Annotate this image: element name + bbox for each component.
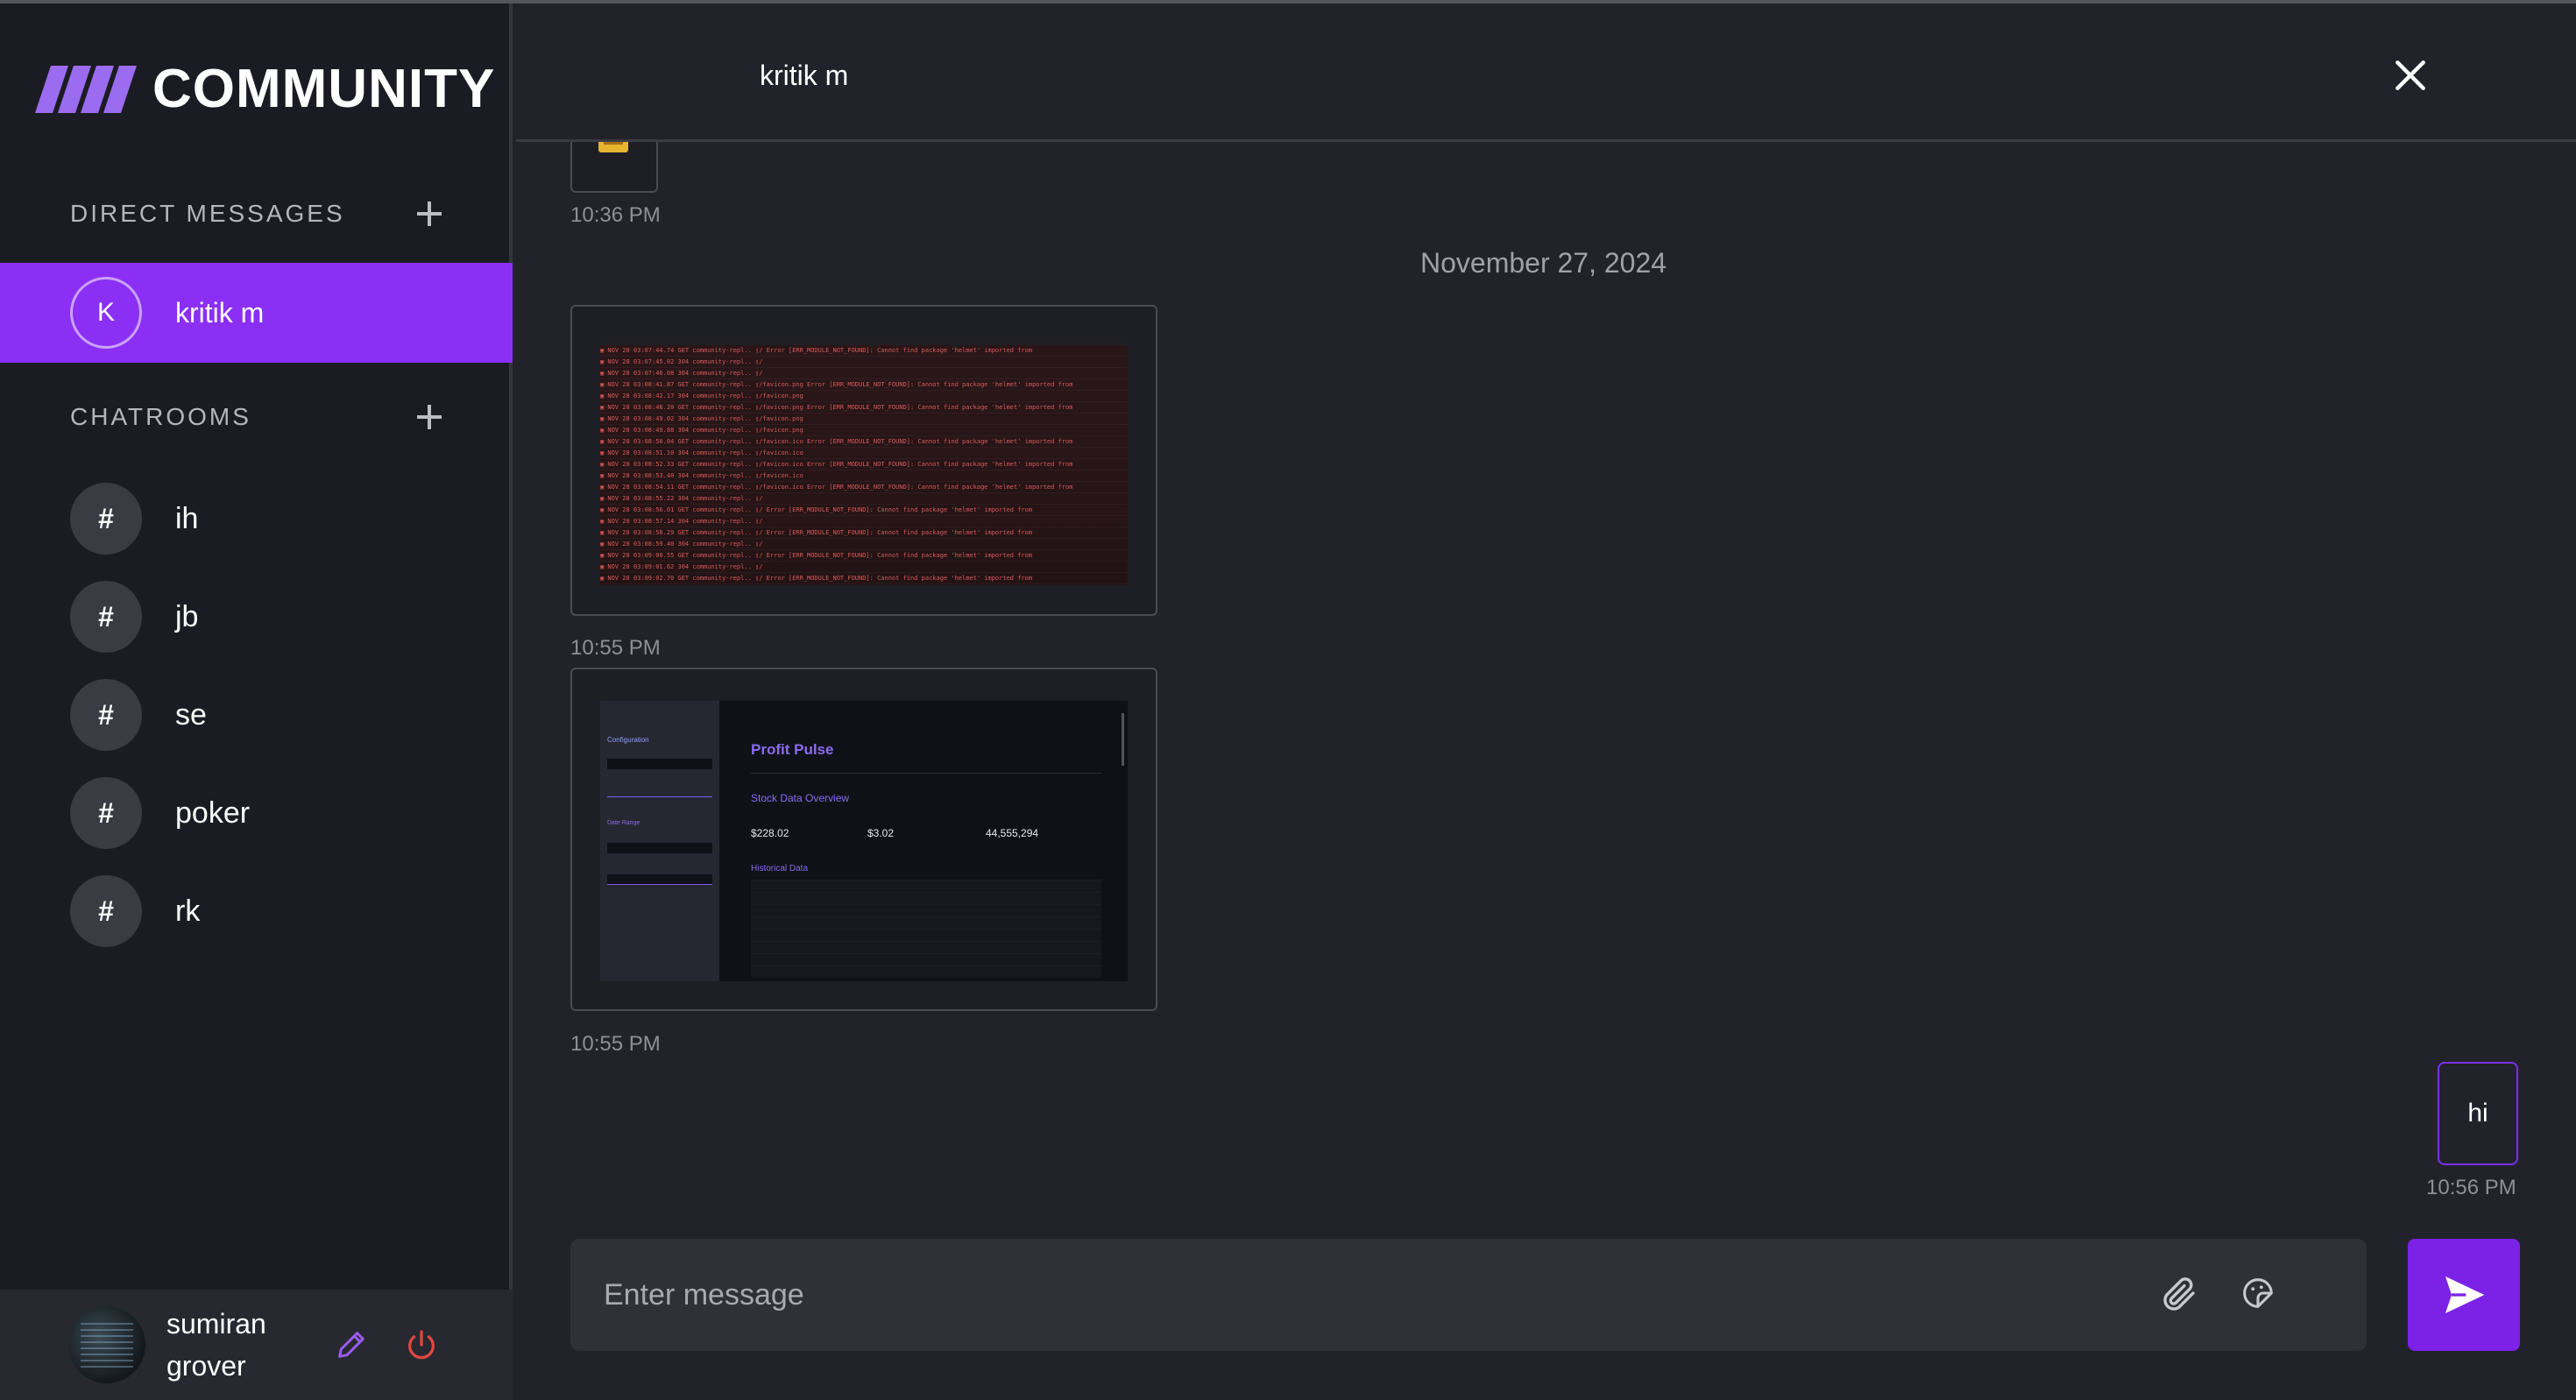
image-thumbnail: ▣ NOV 28 03:07:44.74 GET community-repl.… xyxy=(600,335,1128,585)
sticker-button[interactable] xyxy=(2235,1270,2281,1316)
message-time: 10:56 PM xyxy=(2426,1176,2516,1199)
chatroom-item-se[interactable]: # se xyxy=(70,679,207,751)
paperclip-icon xyxy=(2163,1277,2195,1311)
message-time: 10:36 PM xyxy=(570,203,661,227)
edit-profile-button[interactable] xyxy=(329,1323,373,1367)
dm-avatar: K xyxy=(70,277,142,349)
logo: COMMUNITY xyxy=(35,58,495,120)
hash-icon: # xyxy=(70,483,142,555)
sidebar: COMMUNITY DIRECT MESSAGES K kritik m CHA… xyxy=(0,4,513,1400)
chatrooms-header: CHATROOMS xyxy=(70,399,447,435)
pencil-icon xyxy=(338,1332,364,1358)
chatroom-name: ih xyxy=(175,501,199,535)
chat-panel: 10:36 PM November 27, 2024 ▣ NOV 28 03:0… xyxy=(516,4,2576,1400)
user-name: sumiran grover xyxy=(166,1303,324,1387)
send-button[interactable] xyxy=(2408,1239,2520,1351)
chatroom-name: rk xyxy=(175,894,201,928)
image-attachment[interactable]: ▣ NOV 28 03:07:44.74 GET community-repl.… xyxy=(570,305,1157,616)
attach-button[interactable] xyxy=(2156,1272,2202,1318)
message-time: 10:55 PM xyxy=(570,1032,661,1056)
logout-button[interactable] xyxy=(400,1323,443,1367)
add-direct-message-button[interactable] xyxy=(412,196,447,231)
chat-title: kritik m xyxy=(760,60,849,91)
chatroom-name: se xyxy=(175,697,207,732)
logo-stripes-icon xyxy=(35,65,137,113)
user-last-name: grover xyxy=(166,1350,246,1382)
add-chatroom-button[interactable] xyxy=(412,399,447,435)
message-bubble: hi xyxy=(2438,1062,2518,1165)
chatrooms-title: CHATROOMS xyxy=(70,403,251,430)
power-icon xyxy=(408,1330,435,1360)
hash-icon: # xyxy=(70,875,142,947)
chatroom-item-ih[interactable]: # ih xyxy=(70,483,198,555)
close-icon[interactable] xyxy=(2391,56,2430,95)
user-avatar[interactable] xyxy=(68,1306,145,1383)
logo-text: COMMUNITY xyxy=(152,59,496,119)
image-thumbnail: Configuration Date Range Profit Pulse St… xyxy=(600,701,1128,981)
chatroom-item-jb[interactable]: # jb xyxy=(70,581,198,653)
send-icon xyxy=(2445,1276,2485,1313)
chatroom-item-poker[interactable]: # poker xyxy=(70,777,250,849)
sticker-icon xyxy=(2243,1278,2273,1308)
message-time: 10:55 PM xyxy=(570,636,661,660)
hash-icon: # xyxy=(70,679,142,751)
date-separator: November 27, 2024 xyxy=(1420,247,1667,279)
message-input[interactable] xyxy=(604,1239,2251,1351)
chatroom-name: jb xyxy=(175,599,199,633)
hash-icon: # xyxy=(70,777,142,849)
chatroom-item-rk[interactable]: # rk xyxy=(70,875,200,947)
direct-messages-title: DIRECT MESSAGES xyxy=(70,200,345,227)
image-attachment[interactable]: Configuration Date Range Profit Pulse St… xyxy=(570,668,1157,1011)
user-bar: sumiran grover xyxy=(0,1290,513,1400)
user-first-name: sumiran xyxy=(166,1308,266,1340)
chatroom-name: poker xyxy=(175,795,251,830)
dm-name: kritik m xyxy=(175,296,265,329)
direct-messages-header: DIRECT MESSAGES xyxy=(70,196,447,231)
message-composer xyxy=(570,1239,2367,1351)
dm-item-kritik-m[interactable]: K kritik m xyxy=(0,263,513,363)
hash-icon: # xyxy=(70,581,142,653)
app-window: COMMUNITY DIRECT MESSAGES K kritik m CHA… xyxy=(0,0,2576,1400)
chat-header: kritik m xyxy=(516,4,2576,142)
